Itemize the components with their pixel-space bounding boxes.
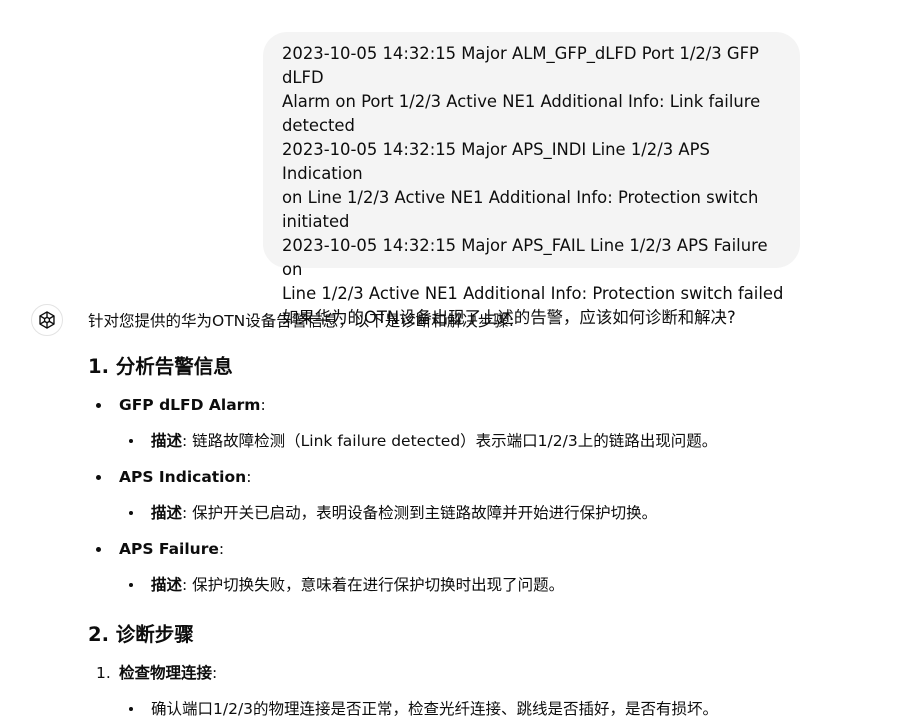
openai-logo-icon <box>39 311 55 329</box>
bullet-icon <box>96 475 101 480</box>
list-item-label: 描述 <box>151 432 183 450</box>
user-message-line: Alarm on Port 1/2/3 Active NE1 Additiona… <box>282 92 761 111</box>
bullet-icon <box>129 707 133 711</box>
list-item-label: 描述 <box>151 576 183 594</box>
list-item: 描述: 链路故障检测（Link failure detected）表示端口1/2… <box>151 429 717 453</box>
list-item-colon: : <box>260 396 266 414</box>
user-message-bubble: 2023-10-05 14:32:15 Major ALM_GFP_dLFD P… <box>263 32 800 327</box>
user-message-line: detected <box>282 116 355 135</box>
list-item-text: : 保护开关已启动，表明设备检测到主链路故障并开始进行保护切换。 <box>182 504 658 522</box>
list-item: APS Failure: <box>119 537 224 561</box>
list-item: GFP dLFD Alarm: <box>119 393 266 417</box>
list-item-title: GFP dLFD Alarm <box>119 396 261 414</box>
bullet-icon <box>96 547 101 552</box>
list-item-text: : 保护切换失败，意味着在进行保护切换时出现了问题。 <box>182 576 565 594</box>
step-number: 1. <box>96 664 111 682</box>
section-heading: 2. 诊断步骤 <box>88 623 194 646</box>
assistant-intro: 针对您提供的华为OTN设备告警信息，以下是诊断和解决步骤: <box>88 312 514 330</box>
user-message-line: 2023-10-05 14:32:15 Major ALM_GFP_dLFD P… <box>282 44 759 87</box>
list-item-title: APS Failure <box>119 540 219 558</box>
assistant-avatar <box>31 304 63 336</box>
list-item-text: 确认端口1/2/3的物理连接是否正常，检查光纤连接、跳线是否插好，是否有损坏。 <box>151 700 719 718</box>
list-item: 描述: 保护开关已启动，表明设备检测到主链路故障并开始进行保护切换。 <box>151 501 657 525</box>
list-item-colon: : <box>246 468 252 486</box>
list-item: 检查物理连接: <box>119 661 217 685</box>
list-item: 描述: 保护切换失败，意味着在进行保护切换时出现了问题。 <box>151 573 564 597</box>
user-message-line: 2023-10-05 14:32:15 Major APS_INDI Line … <box>282 140 710 183</box>
bullet-icon <box>129 439 133 443</box>
user-message-line: Line 1/2/3 Active NE1 Additional Info: P… <box>282 284 784 303</box>
assistant-message: 针对您提供的华为OTN设备告警信息，以下是诊断和解决步骤: 1. 分析告警信息 … <box>88 308 878 718</box>
bullet-icon <box>129 511 133 515</box>
list-item-title: APS Indication <box>119 468 247 486</box>
user-message-line: 2023-10-05 14:32:15 Major APS_FAIL Line … <box>282 236 768 279</box>
list-item: 确认端口1/2/3的物理连接是否正常，检查光纤连接、跳线是否插好，是否有损坏。 <box>151 697 718 721</box>
user-message-line: initiated <box>282 212 350 231</box>
bullet-icon <box>96 403 101 408</box>
list-item-label: 描述 <box>151 504 183 522</box>
bullet-icon <box>129 583 133 587</box>
list-item-title: 检查物理连接 <box>119 664 213 682</box>
chat-page: 2023-10-05 14:32:15 Major ALM_GFP_dLFD P… <box>0 0 920 725</box>
section-heading: 1. 分析告警信息 <box>88 355 233 378</box>
list-item-text: : 链路故障检测（Link failure detected）表示端口1/2/3… <box>182 432 718 450</box>
user-message-line: on Line 1/2/3 Active NE1 Additional Info… <box>282 188 759 207</box>
list-item: APS Indication: <box>119 465 251 489</box>
list-item-colon: : <box>212 664 218 682</box>
list-item-colon: : <box>218 540 225 558</box>
